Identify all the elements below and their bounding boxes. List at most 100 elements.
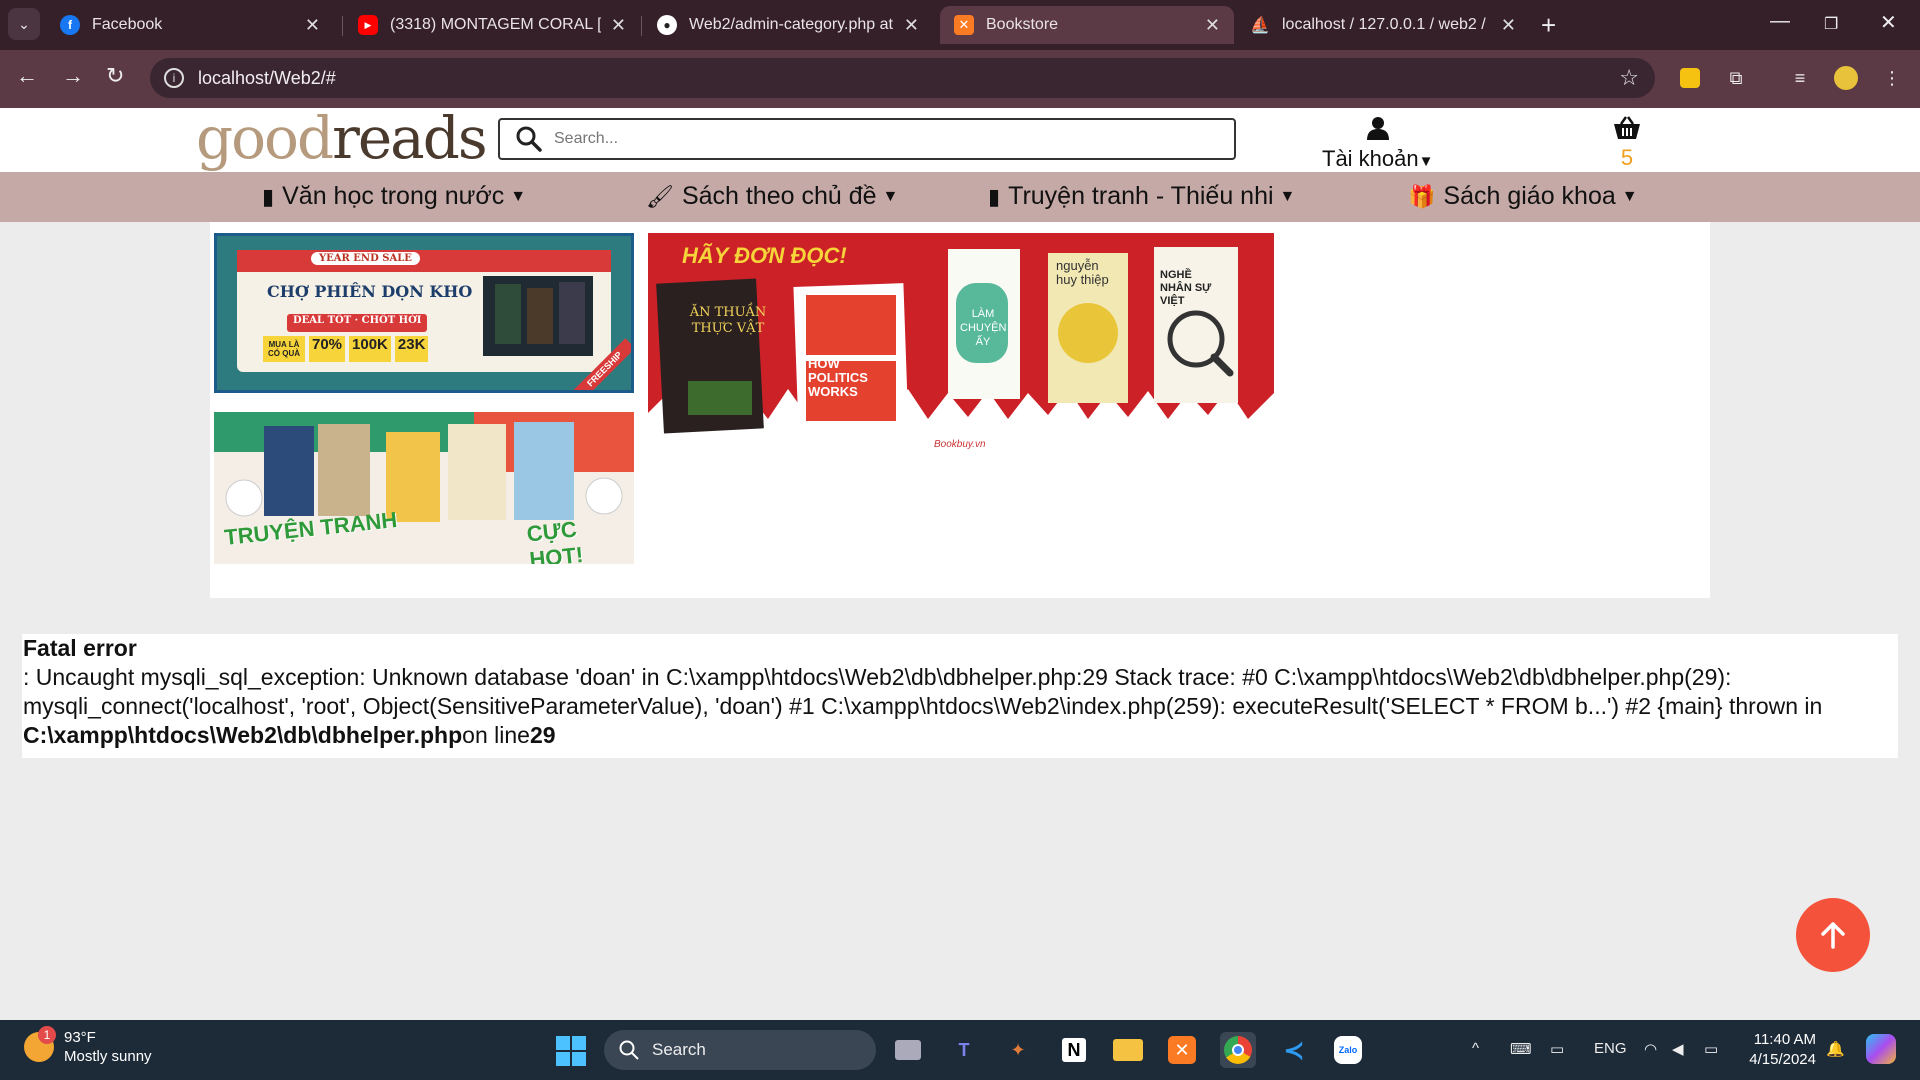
banner2-title: HÃY ĐƠN ĐỌC! bbox=[682, 243, 847, 268]
address-url[interactable]: localhost/Web2/# bbox=[198, 68, 336, 89]
goodreads-logo[interactable]: goodreads bbox=[196, 108, 488, 172]
shopping-basket-icon bbox=[1612, 116, 1642, 145]
language-indicator[interactable]: ENG bbox=[1594, 1040, 1627, 1057]
nav-sach-giao-khoa[interactable]: 🎁 Sách giáo khoa ▼ bbox=[1408, 182, 1638, 211]
facebook-icon: f bbox=[60, 15, 80, 35]
banner-title: CHỢ PHIÊN DỌN KHO bbox=[267, 282, 473, 301]
scroll-to-top-button[interactable] bbox=[1796, 898, 1870, 972]
notion-icon[interactable]: N bbox=[1056, 1032, 1092, 1068]
keyboard-icon[interactable]: ⌨ bbox=[1510, 1040, 1532, 1058]
copilot-icon[interactable] bbox=[1866, 1034, 1896, 1064]
banner2-brand: Bookbuy.vn bbox=[934, 439, 986, 450]
close-window-icon[interactable]: ✕ bbox=[1880, 10, 1897, 35]
browser-menu-icon[interactable]: ⋮ bbox=[1880, 66, 1904, 90]
page-viewport: goodreads Tài khoản▼ 5 ▮ Văn học trong n… bbox=[0, 108, 1920, 1020]
task-view-icon[interactable] bbox=[890, 1032, 926, 1068]
volume-icon[interactable]: ◀ bbox=[1672, 1040, 1684, 1058]
restore-icon[interactable]: ❐ bbox=[1824, 14, 1838, 34]
tablet-icon: ▮ bbox=[988, 183, 1001, 209]
chip: 23K bbox=[394, 336, 429, 362]
xampp-icon: ✕ bbox=[954, 15, 974, 35]
banner-chips: MUA LÀ CÓ QUÀ 70% 100K 23K bbox=[263, 336, 429, 362]
account-menu[interactable]: Tài khoản▼ bbox=[1322, 116, 1433, 172]
book-icon: ▮ bbox=[262, 183, 275, 209]
arrow-up-icon bbox=[1821, 922, 1845, 949]
xampp-icon[interactable]: ✕ bbox=[1164, 1032, 1200, 1068]
tab-youtube[interactable]: ▶ (3318) MONTAGEM CORAL [PH ✕ bbox=[344, 6, 640, 44]
nav-truyen-tranh-thieu-nhi[interactable]: ▮ Truyện tranh - Thiếu nhi ▼ bbox=[988, 182, 1295, 211]
close-tab-icon[interactable]: ✕ bbox=[1205, 15, 1220, 36]
caret-down-icon: ▼ bbox=[1621, 187, 1638, 205]
nav-label: Sách giáo khoa bbox=[1443, 182, 1616, 210]
close-tab-icon[interactable]: ✕ bbox=[1501, 15, 1516, 36]
close-tab-icon[interactable]: ✕ bbox=[904, 15, 919, 36]
search-icon[interactable] bbox=[514, 124, 544, 154]
book-title: LÀM CHUYỆN ẤY bbox=[960, 308, 1007, 348]
clock-time: 11:40 AM bbox=[1753, 1031, 1816, 1048]
zalo-icon[interactable]: Zalo bbox=[1330, 1032, 1366, 1068]
new-tab-button[interactable]: + bbox=[1541, 10, 1556, 41]
clock-date: 4/15/2024 bbox=[1749, 1051, 1816, 1068]
youtube-icon: ▶ bbox=[358, 15, 378, 35]
address-bar[interactable]: i localhost/Web2/# ☆ bbox=[150, 58, 1655, 98]
cart-button[interactable]: 5 bbox=[1612, 116, 1642, 171]
taskbar-search[interactable]: Search bbox=[604, 1030, 876, 1070]
nav-van-hoc-trong-nuoc[interactable]: ▮ Văn học trong nước ▼ bbox=[262, 182, 526, 211]
weather-widget[interactable]: 1 93°F Mostly sunny bbox=[24, 1026, 152, 1066]
book-title: nguyễn huy thiệp bbox=[1056, 258, 1109, 287]
tab-bookstore[interactable]: ✕ Bookstore ✕ bbox=[940, 6, 1234, 44]
book-title: NGHỀ NHÂN SỰ VIỆT bbox=[1160, 269, 1212, 307]
banner-truyen-tranh[interactable]: TRUYỆN TRANH CỰC HOT! bbox=[214, 412, 634, 564]
banner-tag: YEAR END SALE bbox=[311, 252, 420, 265]
gift-icon: 🎁 bbox=[1408, 183, 1436, 209]
tab-title: (3318) MONTAGEM CORAL [PH bbox=[390, 16, 601, 33]
battery-icon[interactable]: ▭ bbox=[1704, 1040, 1718, 1058]
windows-start-icon[interactable] bbox=[556, 1036, 586, 1066]
tab-search-chevron-icon[interactable]: ⌄ bbox=[8, 8, 40, 40]
error-heading: Fatal error bbox=[23, 635, 137, 661]
wifi-icon[interactable]: ◠ bbox=[1644, 1040, 1657, 1058]
touchpad-icon[interactable]: ▭ bbox=[1550, 1040, 1564, 1058]
tab-title: Facebook bbox=[92, 16, 163, 33]
extensions-puzzle-icon[interactable]: ⧉ bbox=[1724, 66, 1748, 90]
notification-bell-icon[interactable]: 🔔 bbox=[1826, 1040, 1845, 1058]
error-line: 29 bbox=[529, 722, 556, 748]
extension-yellow-icon[interactable] bbox=[1678, 66, 1702, 90]
profile-avatar[interactable] bbox=[1834, 66, 1858, 90]
sun-icon: 1 bbox=[24, 1026, 56, 1062]
tab-facebook[interactable]: f Facebook ✕ bbox=[46, 6, 334, 44]
search-icon bbox=[619, 1040, 639, 1060]
search-input[interactable] bbox=[552, 129, 1196, 149]
back-arrow-icon[interactable]: ← bbox=[16, 63, 38, 89]
media-control-icon[interactable]: ≡ bbox=[1788, 66, 1812, 90]
nav-label: Sách theo chủ đề bbox=[681, 182, 877, 210]
vscode-icon[interactable]: ≺ bbox=[1276, 1032, 1312, 1068]
teams-icon[interactable]: T bbox=[946, 1032, 982, 1068]
banner-hay-don-doc[interactable]: HÃY ĐƠN ĐỌC! ĂN THUẦN THỰC VẬT HOW POLIT… bbox=[648, 233, 1274, 461]
minimize-icon[interactable]: — bbox=[1770, 10, 1790, 33]
tab-github[interactable]: ● Web2/admin-category.php at m ✕ bbox=[643, 6, 933, 44]
search-box[interactable] bbox=[498, 118, 1236, 160]
book-title: ĂN THUẦN THỰC VẬT bbox=[689, 305, 767, 336]
chrome-icon[interactable] bbox=[1220, 1032, 1256, 1068]
tab-title: Web2/admin-category.php at m bbox=[689, 16, 894, 33]
browser-tab-bar: ⌄ f Facebook ✕ ▶ (3318) MONTAGEM CORAL [… bbox=[0, 0, 1920, 50]
site-info-icon[interactable]: i bbox=[164, 68, 184, 88]
bookmark-star-icon[interactable]: ☆ bbox=[1619, 65, 1639, 91]
reload-icon[interactable]: ↻ bbox=[106, 63, 124, 89]
banner-section: YEAR END SALE CHỢ PHIÊN DỌN KHO DEAL TỐT… bbox=[210, 222, 1710, 598]
banner-year-end-sale[interactable]: YEAR END SALE CHỢ PHIÊN DỌN KHO DEAL TỐT… bbox=[214, 233, 634, 393]
nav-sach-theo-chu-de[interactable]: 🖌 Sách theo chủ đề ▼ bbox=[646, 182, 898, 211]
tab-title: Bookstore bbox=[986, 16, 1059, 33]
browser-toolbar: ← → ↻ i localhost/Web2/# ☆ ⧉ ≡ ⋮ bbox=[0, 50, 1920, 108]
close-tab-icon[interactable]: ✕ bbox=[305, 15, 320, 36]
category-nav: ▮ Văn học trong nước ▼ 🖌 Sách theo chủ đ… bbox=[0, 172, 1920, 222]
forward-arrow-icon[interactable]: → bbox=[62, 63, 84, 89]
tab-phpmyadmin[interactable]: ⛵ localhost / 127.0.0.1 / web2 / k ✕ bbox=[1236, 6, 1530, 44]
paint-icon[interactable]: ✦ bbox=[1000, 1032, 1036, 1068]
close-tab-icon[interactable]: ✕ bbox=[611, 15, 626, 36]
system-clock[interactable]: 11:40 AM 4/15/2024 bbox=[1742, 1030, 1816, 1070]
file-explorer-icon[interactable] bbox=[1110, 1032, 1146, 1068]
chevron-up-icon[interactable]: ^ bbox=[1472, 1040, 1479, 1057]
taskbar-search-label: Search bbox=[652, 1040, 706, 1059]
